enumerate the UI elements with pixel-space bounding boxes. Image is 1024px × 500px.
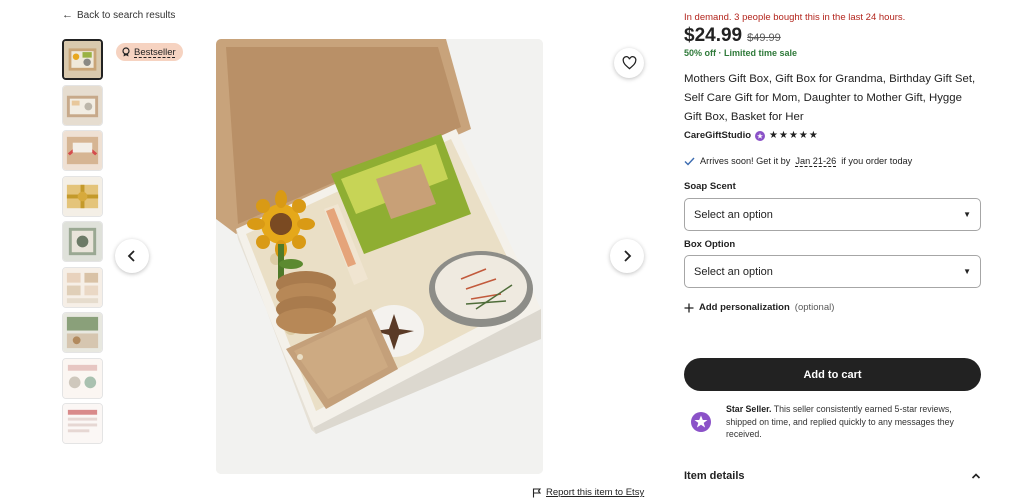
next-image-button[interactable] — [610, 239, 644, 273]
personalization-label: Add personalization — [699, 302, 790, 313]
add-personalization-button[interactable]: Add personalization (optional) — [684, 302, 834, 313]
star-seller-title: Star Seller. — [726, 404, 772, 414]
add-to-cart-button[interactable]: Add to cart — [684, 358, 981, 391]
check-icon — [684, 157, 695, 166]
thumbnail-1[interactable] — [62, 39, 103, 80]
shipping-estimate: Arrives soon! Get it by Jan 21-26 if you… — [684, 156, 912, 166]
star-seller-info: Star Seller. This seller consistently ea… — [690, 403, 980, 441]
original-price: $49.99 — [747, 32, 781, 44]
chevron-right-icon — [624, 250, 632, 262]
thumbnail-4[interactable] — [62, 175, 103, 217]
box-option-select[interactable]: Select an option ▼ — [684, 255, 981, 288]
shop-name-link[interactable]: CareGiftStudio — [684, 130, 751, 141]
bestseller-badge[interactable]: Bestseller — [116, 43, 183, 61]
star-seller-text: Star Seller. This seller consistently ea… — [726, 403, 980, 441]
listing-page: ← Back to search results Bestseller Repo… — [0, 0, 1024, 500]
shipping-suffix: if you order today — [841, 156, 913, 166]
personalization-optional: (optional) — [794, 302, 835, 313]
chevron-up-icon — [971, 473, 981, 479]
shop-row: CareGiftStudio ★★★★★ — [684, 130, 819, 141]
sale-notice: 50% off · Limited time sale — [684, 48, 798, 58]
thumbnail-6[interactable] — [62, 266, 103, 308]
demand-notice: In demand. 3 people bought this in the l… — [684, 12, 906, 23]
thumbnail-2[interactable] — [62, 84, 103, 126]
thumbnail-8[interactable] — [62, 357, 103, 399]
thumbnail-7[interactable] — [62, 312, 103, 353]
report-item-label: Report this item to Etsy — [546, 487, 645, 498]
rating-stars[interactable]: ★★★★★ — [769, 130, 819, 141]
caret-down-icon: ▼ — [963, 210, 971, 219]
arrow-left-icon: ← — [62, 9, 73, 21]
shipping-dates[interactable]: Jan 21-26 — [795, 156, 836, 166]
flag-icon — [532, 487, 542, 497]
shipping-prefix: Arrives soon! Get it by — [700, 156, 791, 166]
previous-image-button[interactable] — [115, 239, 149, 273]
thumbnail-5[interactable] — [62, 221, 103, 262]
star-seller-icon — [691, 412, 711, 432]
thumbnail-3[interactable] — [62, 130, 103, 171]
soap-scent-value: Select an option — [694, 208, 773, 221]
box-option-value: Select an option — [694, 265, 773, 278]
award-icon — [122, 47, 130, 57]
report-item-link[interactable]: Report this item to Etsy — [532, 487, 644, 498]
plus-icon — [684, 303, 694, 312]
current-price: $24.99 — [684, 25, 743, 46]
item-details-label: Item details — [684, 470, 745, 482]
product-title: Mothers Gift Box, Gift Box for Grandma, … — [684, 73, 976, 123]
thumbnail-strip — [62, 39, 104, 449]
back-to-search-link[interactable]: ← Back to search results — [62, 9, 175, 21]
bestseller-label: Bestseller — [134, 46, 176, 58]
thumbnail-9[interactable] — [62, 403, 103, 444]
box-option-label: Box Option — [684, 239, 736, 250]
soap-scent-label: Soap Scent — [684, 181, 736, 192]
back-link-label: Back to search results — [77, 9, 176, 21]
soap-scent-select[interactable]: Select an option ▼ — [684, 198, 981, 231]
price-row: $24.99 $49.99 — [684, 25, 781, 47]
main-product-image[interactable] — [216, 39, 543, 474]
heart-icon — [622, 56, 636, 70]
chevron-left-icon — [127, 250, 135, 262]
item-details-toggle[interactable]: Item details — [684, 470, 981, 482]
star-seller-icon — [755, 130, 766, 141]
caret-down-icon: ▼ — [963, 267, 971, 276]
favorite-button[interactable] — [614, 48, 644, 78]
